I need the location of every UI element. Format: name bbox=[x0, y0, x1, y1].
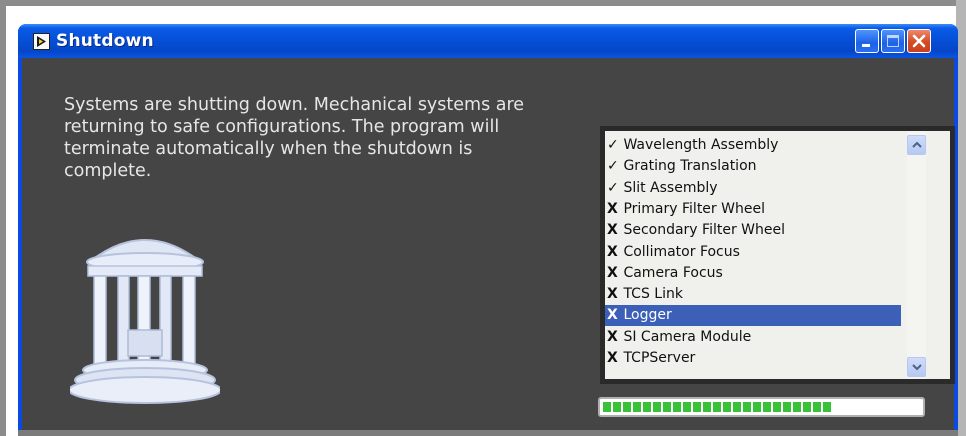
shutdown-message: Systems are shutting down. Mechanical sy… bbox=[64, 95, 525, 181]
not-done-mark-icon: X bbox=[607, 264, 618, 281]
not-done-mark-icon: X bbox=[607, 328, 618, 345]
progress-segment bbox=[673, 402, 681, 412]
not-done-mark-icon: X bbox=[607, 286, 618, 303]
progress-segment bbox=[793, 402, 801, 412]
progress-segment bbox=[603, 402, 611, 412]
progress-segment bbox=[733, 402, 741, 412]
not-done-mark-icon: X bbox=[607, 350, 618, 366]
shutdown-progress-bar bbox=[598, 397, 925, 417]
chevron-up-icon bbox=[912, 141, 922, 148]
progress-segment bbox=[773, 402, 781, 412]
list-item[interactable]: X Primary Filter Wheel bbox=[605, 199, 901, 220]
subsystem-list-items[interactable]: X TCPServer X SI Camera Module X Logger X T… bbox=[605, 131, 950, 379]
frame-left-border bbox=[0, 0, 6, 436]
list-item-label: Slit Assembly bbox=[619, 179, 718, 196]
list-item-label: Logger bbox=[619, 307, 672, 324]
window-client-area: Systems are shutting down. Mechanical sy… bbox=[22, 58, 955, 430]
list-item[interactable]: X Secondary Filter Wheel bbox=[605, 220, 901, 241]
list-item[interactable]: ✓ Wavelength Assembly bbox=[605, 135, 901, 156]
progress-segment bbox=[663, 402, 671, 412]
progress-segment bbox=[723, 402, 731, 412]
list-item-label: SI Camera Module bbox=[619, 328, 752, 345]
list-item-label: TCS Link bbox=[619, 286, 683, 303]
old-well-icon bbox=[70, 239, 220, 404]
list-item-label: TCPServer bbox=[619, 350, 696, 366]
list-item[interactable]: X Collimator Focus bbox=[605, 242, 901, 263]
done-check-icon: ✓ bbox=[607, 137, 619, 153]
list-item-label: Primary Filter Wheel bbox=[619, 200, 765, 217]
window-bottom-edge bbox=[18, 430, 958, 436]
title-bar[interactable]: Shutdown bbox=[18, 24, 958, 58]
shutdown-window: Shutdown Systems are shutting down. Mech… bbox=[18, 24, 958, 430]
list-item-label: Collimator Focus bbox=[619, 243, 740, 260]
subsystem-status-list[interactable]: X TCPServer X SI Camera Module X Logger X T… bbox=[600, 126, 955, 384]
progress-segment bbox=[643, 402, 651, 412]
progress-segment bbox=[713, 402, 721, 412]
done-check-icon: ✓ bbox=[607, 158, 619, 175]
list-item[interactable]: X SI Camera Module bbox=[605, 327, 901, 348]
list-item[interactable]: X TCS Link bbox=[605, 284, 901, 305]
progress-segment bbox=[753, 402, 761, 412]
list-item-label: Secondary Filter Wheel bbox=[619, 222, 785, 239]
list-item[interactable]: ✓ Slit Assembly bbox=[605, 178, 901, 199]
scroll-down-button[interactable] bbox=[907, 357, 926, 377]
done-check-icon: ✓ bbox=[607, 179, 619, 196]
maximize-icon bbox=[887, 35, 899, 47]
progress-segment bbox=[623, 402, 631, 412]
not-done-mark-icon: X bbox=[607, 307, 618, 324]
list-item[interactable]: ✓ Grating Translation bbox=[605, 156, 901, 177]
list-item[interactable]: X Logger bbox=[605, 305, 901, 327]
progress-segment bbox=[783, 402, 791, 412]
chevron-down-icon bbox=[912, 364, 922, 371]
list-item[interactable]: X Camera Focus bbox=[605, 263, 901, 284]
minimize-icon bbox=[862, 44, 870, 47]
minimize-button[interactable] bbox=[855, 29, 879, 53]
scroll-up-button[interactable] bbox=[907, 135, 926, 155]
not-done-mark-icon: X bbox=[607, 200, 618, 217]
progress-segment bbox=[683, 402, 691, 412]
progress-segment bbox=[613, 402, 621, 412]
frame-top-border bbox=[0, 0, 966, 6]
close-button[interactable] bbox=[907, 29, 931, 53]
progress-segment bbox=[763, 402, 771, 412]
not-done-mark-icon: X bbox=[607, 243, 618, 260]
maximize-button[interactable] bbox=[881, 29, 905, 53]
list-item-label: Grating Translation bbox=[619, 158, 757, 175]
list-item-label: Wavelength Assembly bbox=[619, 137, 779, 153]
progress-segment bbox=[633, 402, 641, 412]
progress-segment bbox=[653, 402, 661, 412]
window-title: Shutdown bbox=[56, 31, 154, 51]
progress-segment bbox=[823, 402, 831, 412]
list-scrollbar[interactable] bbox=[907, 131, 926, 379]
close-icon bbox=[912, 34, 926, 48]
labview-vi-icon bbox=[33, 33, 50, 50]
list-item-label: Camera Focus bbox=[619, 264, 723, 281]
not-done-mark-icon: X bbox=[607, 222, 618, 239]
progress-segment bbox=[743, 402, 751, 412]
progress-segment bbox=[813, 402, 821, 412]
list-item[interactable]: X TCPServer bbox=[605, 348, 901, 369]
progress-segment bbox=[803, 402, 811, 412]
progress-segment bbox=[703, 402, 711, 412]
progress-segment bbox=[693, 402, 701, 412]
